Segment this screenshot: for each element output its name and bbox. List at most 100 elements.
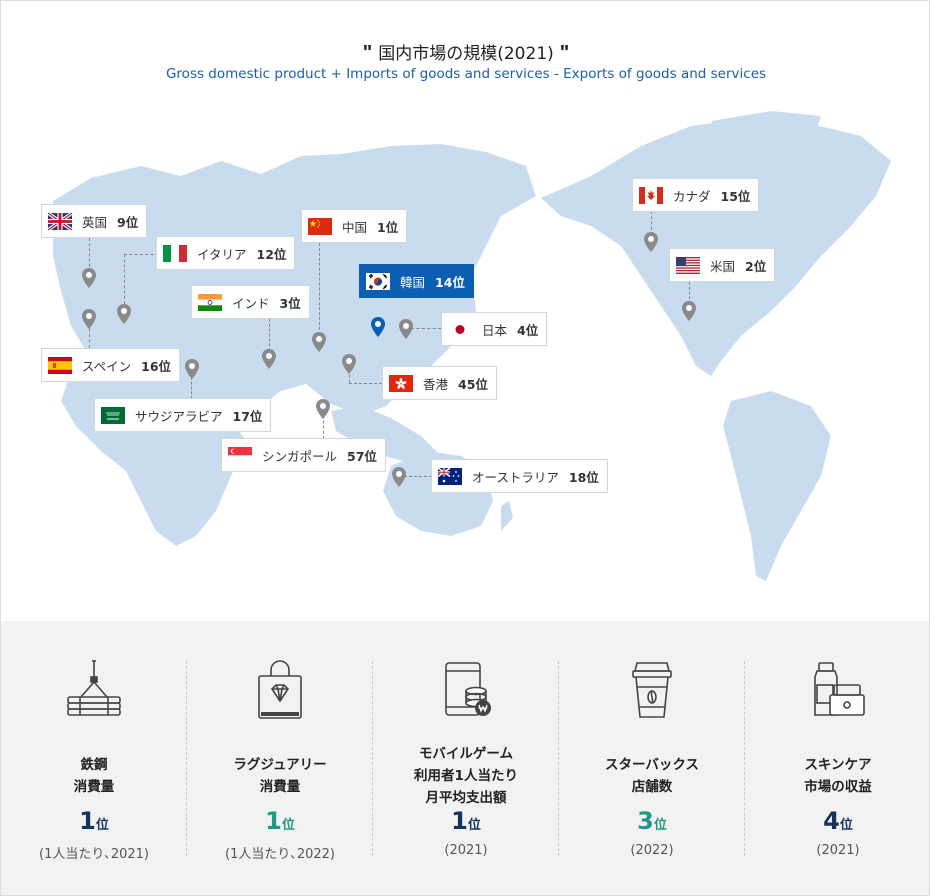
- rank-number: 3: [637, 807, 654, 835]
- country-rank: 12位: [256, 246, 287, 262]
- country-name: 韓国: [400, 274, 426, 290]
- stat-note: (2021): [444, 843, 488, 858]
- connector-italy: [124, 254, 125, 304]
- map-pin-icon: [82, 268, 96, 288]
- country-label-china: 中国 1位: [301, 209, 408, 243]
- australia-flag-icon: [438, 467, 462, 485]
- country-label-canada: カナダ 15位: [632, 178, 760, 212]
- country-rank: 18位: [568, 469, 599, 485]
- rank-number: 1: [265, 807, 282, 835]
- stat-name: スキンケア 市場の収益: [804, 757, 872, 795]
- rank-number: 1: [451, 807, 468, 835]
- country-name: 米国: [710, 258, 736, 274]
- rank-number: 4: [823, 807, 840, 835]
- country-label-spain: スペイン 16位: [41, 348, 181, 382]
- quote-close: ": [559, 42, 570, 64]
- china-flag-icon: [308, 217, 332, 235]
- country-rank: 16位: [141, 358, 172, 374]
- connector-india: [269, 319, 270, 351]
- title-text: 国内市場の規模(2021): [378, 44, 554, 64]
- skincare-icon: [814, 662, 865, 716]
- continents: [53, 111, 891, 581]
- steel-icon: [67, 660, 121, 716]
- stat-mobile-game: モバイルゲーム 利用者1人当たり 月平均支出額 1位 (2021): [373, 621, 559, 895]
- north-america-landmass: [541, 118, 891, 376]
- india-flag-icon: [198, 293, 222, 311]
- infographic-frame: " 国内市場の規模(2021) " Gross domestic product +…: [0, 0, 930, 896]
- stat-note: (2022): [630, 843, 674, 858]
- coffee-cup-icon: [632, 662, 672, 718]
- map-pin-icon: [316, 399, 330, 419]
- country-label-india: インド 3位: [191, 285, 310, 319]
- connector-china: [319, 243, 320, 335]
- usa-flag-icon: [676, 256, 700, 274]
- stats-panel: 鉄鋼 消費量 1位 (1人当たり､2021) ラグジュアリー 消費量 1位 (1…: [1, 621, 929, 895]
- map-pin-icon: [682, 301, 696, 321]
- country-rank: 4位: [517, 322, 539, 338]
- rank-unit: 位: [467, 818, 481, 833]
- country-rank: 3位: [279, 295, 301, 311]
- stat-rank: 1位: [373, 807, 559, 835]
- stat-name: スターバックス 店舗数: [605, 757, 699, 795]
- country-label-hongkong: 香港 45位: [382, 366, 497, 400]
- country-name: 中国: [342, 219, 368, 235]
- country-label-australia: オーストラリア 18位: [431, 459, 608, 493]
- stat-rank: 1位: [187, 807, 373, 835]
- connector-japan: [411, 328, 441, 329]
- country-label-italy: イタリア 12位: [156, 236, 296, 270]
- country-name: オーストラリア: [472, 469, 559, 485]
- rank-unit: 位: [839, 818, 853, 833]
- country-name: シンガポール: [262, 448, 338, 464]
- country-rank: 1位: [377, 219, 399, 235]
- singapore-flag-icon: [228, 446, 252, 464]
- country-name: サウジアラビア: [135, 408, 223, 424]
- connector-hk-h: [349, 383, 382, 384]
- country-rank: 45位: [458, 376, 488, 392]
- connector-italy-h: [124, 254, 159, 255]
- connector-saudi: [191, 377, 192, 399]
- stat-rank: 1位: [1, 807, 187, 835]
- map-pin-icon: [399, 319, 413, 339]
- uk-flag-icon: [48, 212, 72, 230]
- country-rank: 14位: [435, 274, 465, 290]
- country-rank: 9位: [117, 214, 139, 230]
- quote-open: ": [362, 42, 373, 64]
- spain-flag-icon: [48, 356, 72, 374]
- country-name: イタリア: [197, 246, 247, 262]
- korea-flag-icon: [366, 272, 390, 290]
- country-name: 英国: [82, 214, 108, 230]
- stat-steel: 鉄鋼 消費量 1位 (1人当たり､2021): [1, 621, 187, 895]
- italy-flag-icon: [163, 244, 187, 262]
- luxury-bag-icon: [258, 660, 302, 719]
- japan-flag-icon: [448, 320, 472, 338]
- stat-name: 鉄鋼 消費量: [73, 757, 115, 795]
- country-label-usa: 米国 2位: [669, 248, 776, 282]
- map-pin-korea-icon: [371, 317, 385, 337]
- map-pin-icon: [342, 354, 356, 374]
- hongkong-flag-icon: [389, 374, 413, 392]
- map-pin-icon: [82, 309, 96, 329]
- country-label-uk: 英国 9位: [41, 204, 148, 238]
- country-rank: 57位: [347, 448, 377, 464]
- new-zealand-landmass: [501, 501, 513, 531]
- south-america-landmass: [723, 391, 831, 581]
- saudi-flag-icon: [101, 406, 125, 424]
- country-name: インド: [232, 295, 270, 311]
- country-label-singapore: シンガポール 57位: [221, 438, 386, 472]
- stat-name: モバイルゲーム 利用者1人当たり 月平均支出額: [414, 746, 518, 806]
- stat-name: ラグジュアリー 消費量: [233, 757, 327, 795]
- canada-flag-icon: [639, 186, 663, 204]
- page-subtitle: Gross domestic product + Imports of good…: [165, 66, 767, 82]
- stat-rank: 3位: [559, 807, 745, 835]
- stat-rank: 4位: [745, 807, 929, 835]
- map-pin-icon: [392, 467, 406, 487]
- map-pin-icon: [262, 349, 276, 369]
- country-rank: 2位: [745, 258, 767, 274]
- stat-note: (2021): [816, 843, 860, 858]
- stat-starbucks: スターバックス 店舗数 3位 (2022): [559, 621, 745, 895]
- country-name: スペイン: [82, 358, 132, 374]
- rank-number: 1: [79, 807, 96, 835]
- map-pin-icon: [185, 359, 199, 379]
- connector-au: [404, 476, 432, 477]
- stat-note: (1人当たり､2022): [225, 847, 335, 862]
